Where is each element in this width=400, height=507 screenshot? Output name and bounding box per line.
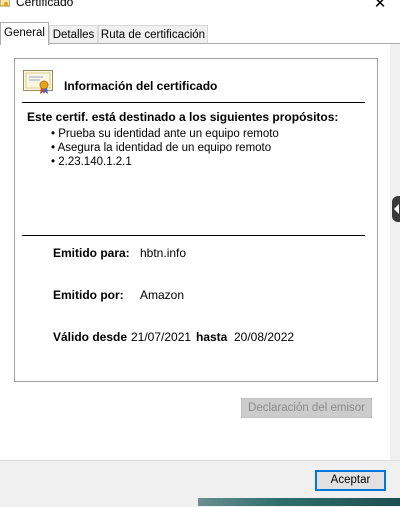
- accept-button[interactable]: Aceptar: [315, 470, 386, 491]
- window-title: Certificado: [16, 0, 74, 9]
- purposes-list: Prueba su identidad ante un equipo remot…: [51, 127, 279, 169]
- divider: [22, 102, 365, 103]
- tab-details[interactable]: Detalles: [49, 25, 98, 43]
- tab-general[interactable]: General: [0, 22, 49, 45]
- certificate-info-title: Información del certificado: [64, 79, 218, 93]
- issuer-statement-button[interactable]: Declaración del emisor: [241, 398, 372, 418]
- divider: [22, 235, 365, 236]
- purposes-heading: Este certif. está destinado a los siguie…: [27, 110, 339, 124]
- purpose-item: Asegura la identidad de un equipo remoto: [51, 141, 279, 155]
- close-icon: ✕: [373, 0, 387, 12]
- valid-to-label: hasta: [196, 330, 228, 344]
- desktop-background: [198, 498, 400, 506]
- issued-by-label: Emitido por:: [53, 288, 124, 302]
- issued-to-value: hbtn.info: [140, 246, 187, 260]
- purpose-item: Prueba su identidad ante un equipo remot…: [51, 127, 279, 141]
- issued-by-value: Amazon: [140, 288, 185, 302]
- close-button[interactable]: ✕: [366, 0, 394, 12]
- certificate-icon: [0, 0, 10, 7]
- valid-from-label: Válido desde: [53, 330, 128, 344]
- certificate-ribbon-icon: [23, 70, 53, 94]
- valid-from-value: 21/07/2021: [131, 330, 192, 344]
- purpose-item: 2.23.140.1.2.1: [51, 155, 279, 169]
- issued-to-label: Emitido para:: [53, 246, 130, 260]
- window-edge: [390, 44, 400, 465]
- tab-divider: [0, 43, 400, 44]
- valid-to-value: 20/08/2022: [234, 330, 295, 344]
- title-bar: Certificado ✕: [0, 0, 400, 12]
- tab-certification-path[interactable]: Ruta de certificación: [98, 25, 208, 43]
- side-handle[interactable]: [392, 196, 400, 222]
